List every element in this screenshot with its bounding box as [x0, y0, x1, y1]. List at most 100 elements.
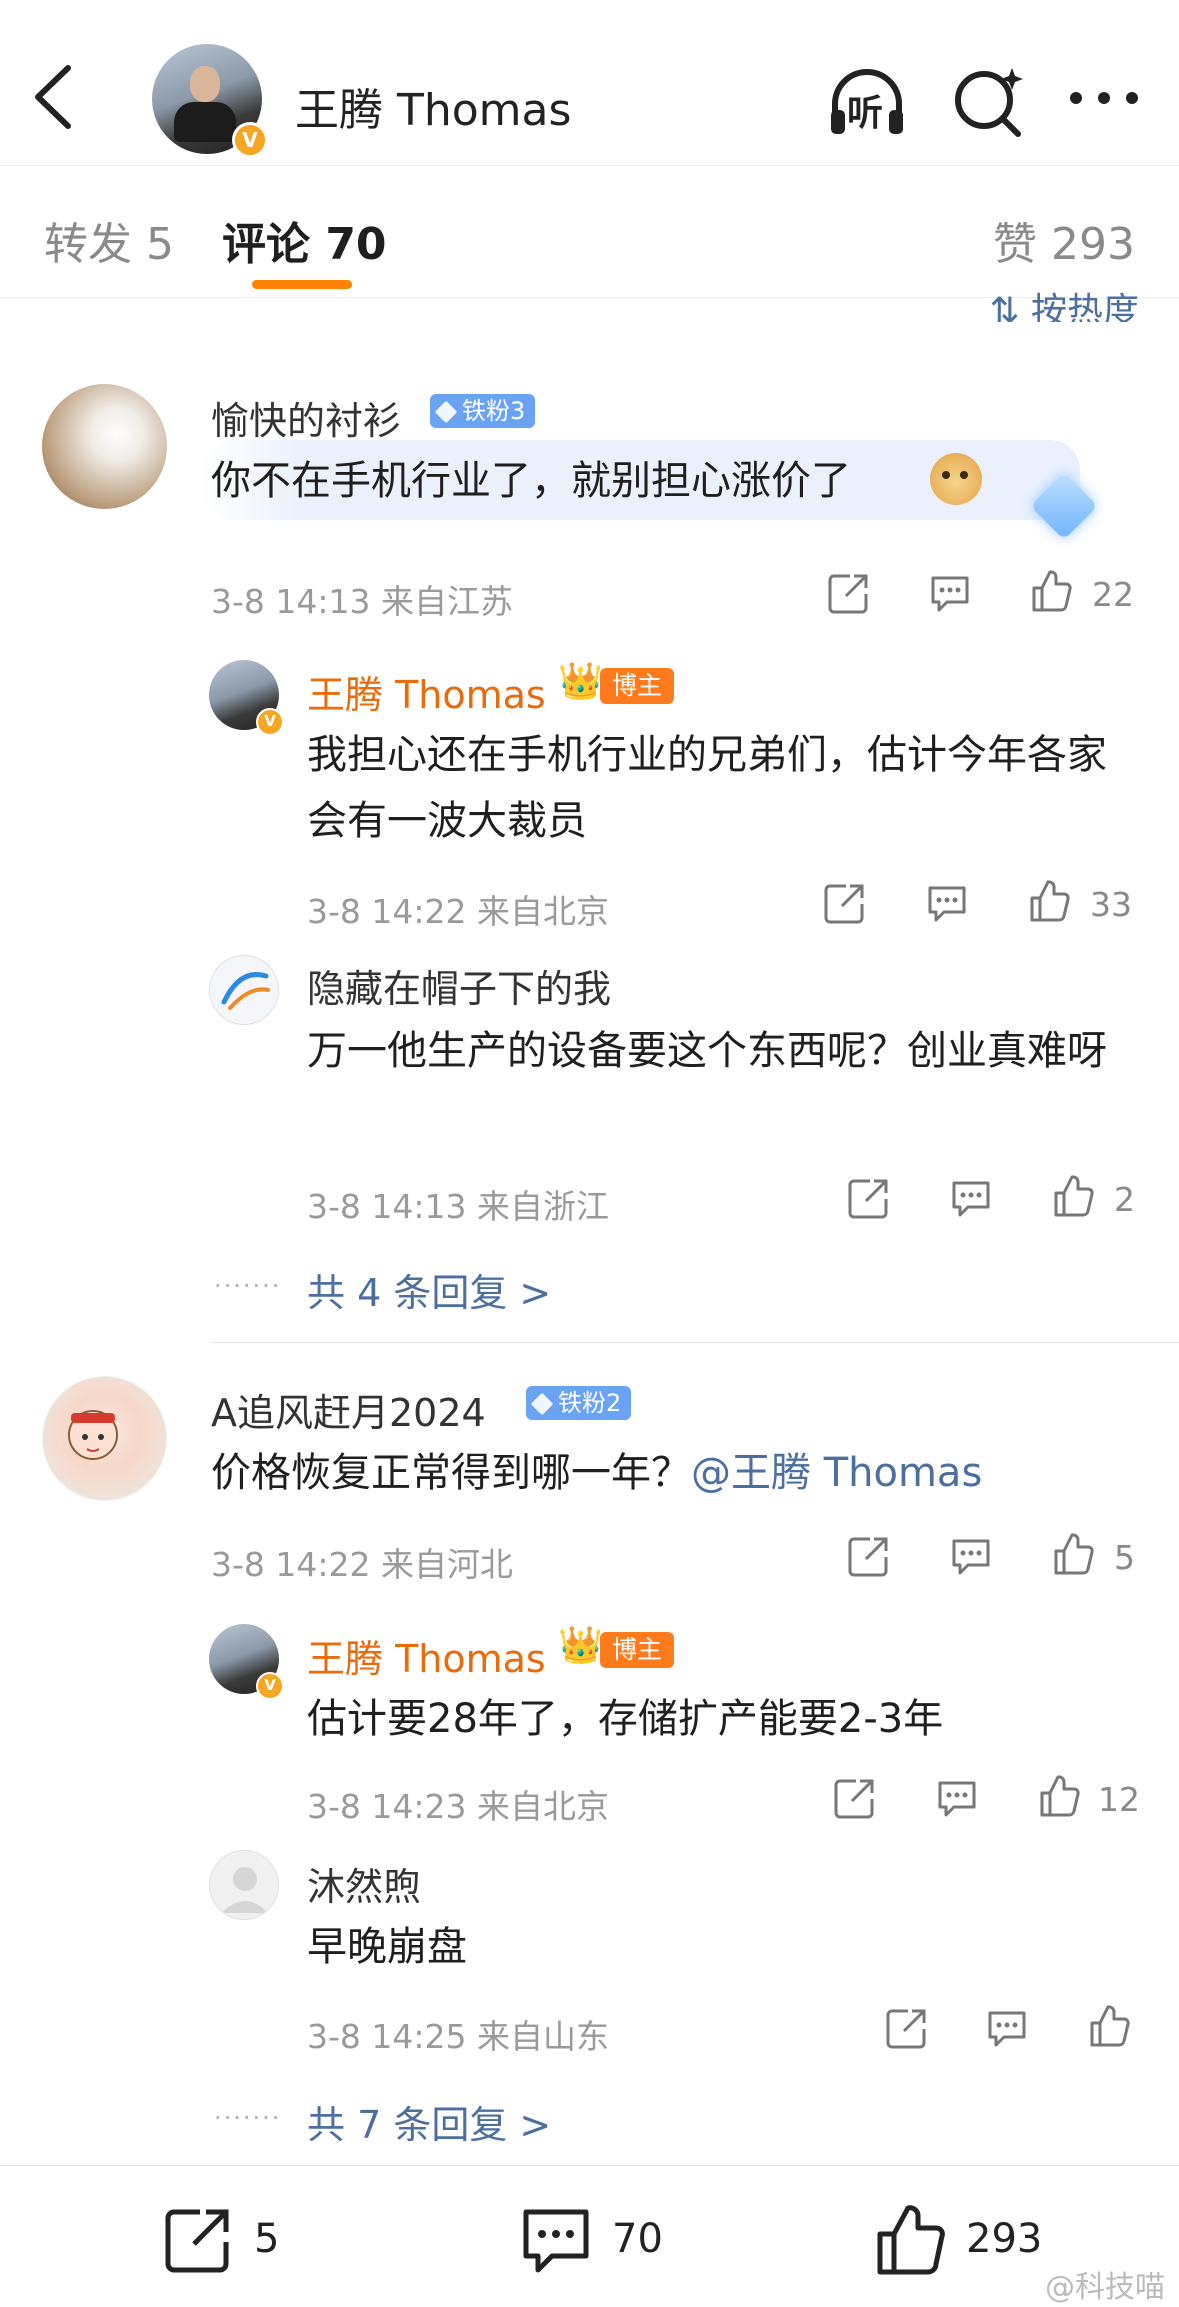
share-button[interactable] — [826, 570, 872, 616]
profile-avatar[interactable]: V — [152, 44, 268, 158]
share-icon — [848, 1179, 888, 1219]
share-button[interactable] — [846, 1533, 892, 1579]
chevron-left-icon — [35, 65, 71, 129]
doge-emoji-icon — [930, 453, 982, 505]
reply-text: 万一他生产的设备要这个东西呢？创业真难呀 — [307, 1028, 1107, 1074]
fan-badge: 铁粉2 — [526, 1386, 632, 1420]
reply-text: 我担心还在手机行业的兄弟们，估计今年各家会有一波大裁员 — [307, 732, 1107, 844]
tab-likes[interactable]: 赞 293 — [993, 208, 1135, 272]
reply-user-name[interactable]: 王腾 Thomas — [307, 1628, 546, 1683]
mention-link[interactable]: @王腾 Thomas — [691, 1450, 982, 1496]
avatar[interactable] — [42, 384, 167, 509]
reply-button[interactable] — [924, 880, 970, 926]
thread-dots: ······· — [214, 1272, 282, 1300]
comment-button[interactable]: 70 — [518, 2202, 698, 2274]
reply-user-name[interactable]: 王腾 Thomas — [307, 664, 546, 719]
default-user-icon — [222, 1867, 268, 1913]
repost-count: 5 — [254, 2216, 280, 2262]
comment-location: 来自江苏 — [381, 582, 513, 621]
more-button[interactable] — [1062, 60, 1146, 144]
reply-button[interactable] — [927, 570, 973, 616]
comment-icon — [931, 576, 969, 612]
repost-button[interactable]: 5 — [160, 2202, 320, 2274]
avatar[interactable] — [209, 1850, 279, 1920]
like-count: 293 — [966, 2216, 1043, 2262]
comment-icon — [988, 2011, 1026, 2047]
crown-icon: 👑 — [558, 661, 603, 702]
reply-button[interactable] — [934, 1775, 980, 1821]
more-horizontal-icon — [1070, 92, 1138, 104]
share-icon — [886, 2009, 926, 2049]
avatar[interactable] — [209, 955, 279, 1025]
reply-button[interactable] — [948, 1175, 994, 1221]
reply-user-name[interactable]: 沐然煦 — [307, 1856, 421, 1911]
share-button[interactable] — [832, 1775, 878, 1821]
reply-text: 估计要28年了，存储扩产能要2-3年 — [307, 1696, 944, 1742]
diamond-icon — [530, 1392, 554, 1416]
reply-user-name[interactable]: 隐藏在帽子下的我 — [307, 958, 611, 1013]
reply-button[interactable] — [948, 1533, 994, 1579]
profile-name[interactable]: 王腾 Thomas — [295, 74, 571, 138]
avatar[interactable] — [42, 1376, 167, 1501]
verified-badge-icon: V — [256, 708, 284, 736]
share-icon — [165, 2209, 229, 2273]
sort-label: 按热度 — [1030, 291, 1139, 322]
share-icon — [828, 574, 868, 614]
share-button[interactable] — [822, 880, 868, 926]
comment-body: 价格恢复正常得到哪一年？ — [211, 1450, 691, 1496]
bottom-action-bar: 5 70 293 — [0, 2165, 1179, 2307]
comment-count: 70 — [612, 2216, 663, 2262]
like-button[interactable] — [1028, 568, 1074, 614]
like-count: 12 — [1098, 1780, 1140, 1819]
comment-text: 价格恢复正常得到哪一年？@王腾 Thomas — [211, 1440, 1161, 1506]
back-button[interactable] — [30, 62, 80, 138]
like-button[interactable] — [1036, 1773, 1082, 1819]
listen-label: 听 — [847, 93, 884, 134]
crown-icon: 👑 — [558, 1625, 603, 1666]
like-button[interactable] — [1026, 878, 1072, 924]
comment-user-name[interactable]: A追风赶月2024 — [211, 1382, 486, 1437]
like-count: 33 — [1090, 885, 1132, 924]
like-count: 5 — [1114, 1538, 1135, 1577]
top-nav-bar: V 王腾 Thomas 听 — [0, 0, 1179, 165]
active-tab-indicator — [252, 280, 352, 289]
diamond-icon — [434, 400, 458, 424]
post-tabs: 转发 5 评论 70 赞 293 — [0, 165, 1179, 298]
thumbs-up-icon — [1030, 880, 1070, 922]
tab-repost[interactable]: 转发 5 — [44, 208, 174, 272]
comment-icon — [952, 1539, 990, 1575]
thumbs-up-icon — [1032, 570, 1072, 612]
more-replies-link[interactable]: 共 4 条回复 > — [307, 1262, 551, 1317]
search-button[interactable] — [946, 60, 1030, 144]
thumbs-up-icon — [1054, 1533, 1094, 1575]
more-replies-link[interactable]: 共 7 条回复 > — [307, 2094, 551, 2149]
share-icon — [824, 884, 864, 924]
comment-icon — [523, 2209, 589, 2273]
comment-icon — [938, 1781, 976, 1817]
like-post-button[interactable]: 293 — [872, 2202, 1072, 2275]
thumbs-up-icon — [877, 2205, 945, 2275]
tab-comments[interactable]: 评论 70 — [222, 208, 387, 272]
like-count: 2 — [1114, 1180, 1135, 1219]
like-button[interactable] — [1050, 1531, 1096, 1577]
reply-meta: 3-8 14:25 来自山东 — [307, 2017, 609, 2056]
share-button[interactable] — [884, 2005, 930, 2051]
search-sparkle-icon — [955, 68, 1023, 137]
share-button[interactable] — [846, 1175, 892, 1221]
verified-badge-icon: V — [256, 1672, 284, 1700]
comment-icon — [928, 886, 966, 922]
reply-text: 早晚崩盘 — [307, 1924, 467, 1970]
comment-user-name[interactable]: 愉快的衬衫 — [211, 390, 401, 445]
fan-badge: 铁粉3 — [430, 394, 536, 428]
reply-meta: 3-8 14:22 来自北京 — [307, 892, 609, 931]
share-icon — [848, 1537, 888, 1577]
like-count: 22 — [1092, 575, 1134, 614]
like-button[interactable] — [1086, 2003, 1132, 2049]
reply-button[interactable] — [984, 2005, 1030, 2051]
listen-button[interactable]: 听 — [825, 60, 909, 144]
verified-badge-icon: V — [232, 122, 268, 158]
cartoon-avatar-icon — [68, 1410, 118, 1460]
like-button[interactable] — [1050, 1173, 1096, 1219]
sort-toggle[interactable]: ⇅ 按热度 — [989, 282, 1139, 322]
comment-icon — [952, 1181, 990, 1217]
